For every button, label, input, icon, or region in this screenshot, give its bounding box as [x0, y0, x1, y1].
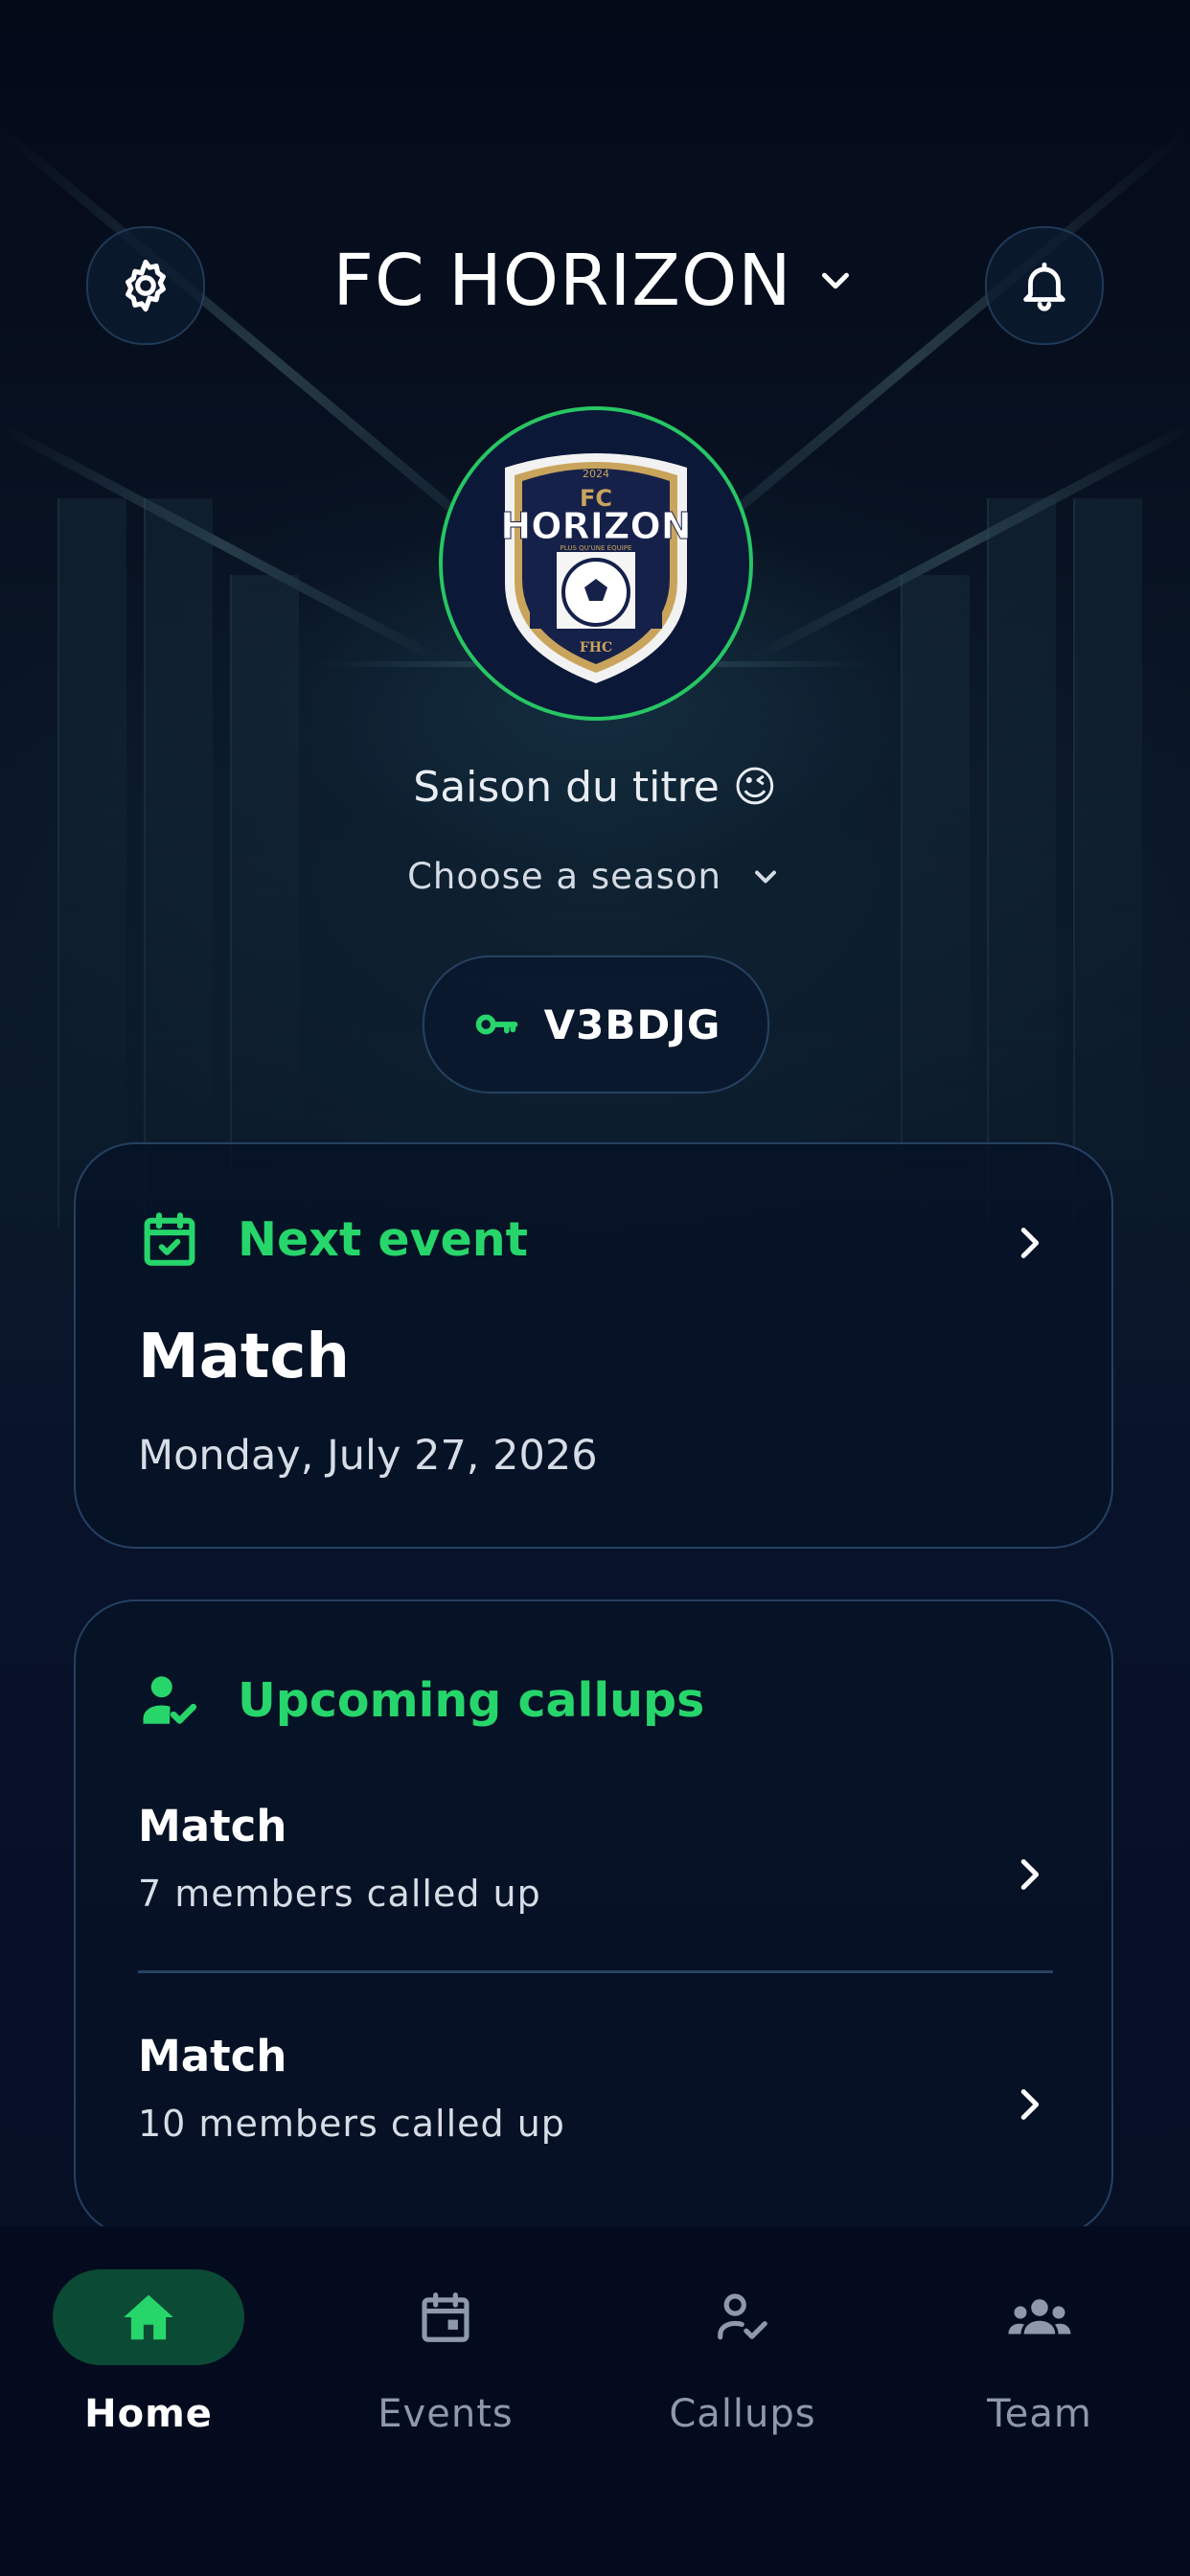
tab-label: Events — [378, 2392, 514, 2436]
tab-events-indicator — [350, 2269, 541, 2365]
chevron-right-icon — [1020, 1228, 1040, 1258]
callup-title: Match — [138, 2031, 287, 2082]
chevron-down-icon — [754, 870, 776, 883]
bell-icon — [1023, 262, 1065, 311]
tab-label: Team — [987, 2392, 1092, 2436]
svg-text:2024: 2024 — [583, 468, 609, 480]
calendar-check-icon — [144, 1212, 195, 1266]
callups-label: Upcoming callups — [238, 1672, 705, 1728]
svg-text:FHC: FHC — [580, 640, 612, 656]
callup-subtitle: 7 members called up — [138, 1873, 541, 1915]
callup-row[interactable]: Match 10 members called up — [138, 2031, 1053, 2222]
notifications-button[interactable] — [985, 226, 1104, 345]
upcoming-callups-card: Upcoming callups Match 7 members called … — [74, 1599, 1113, 2237]
callup-title: Match — [138, 1801, 287, 1852]
tab-callups-indicator — [647, 2269, 838, 2365]
person-check-icon — [143, 1676, 197, 1724]
event-date: Monday, July 27, 2026 — [138, 1432, 598, 1480]
season-title: Saison du titre 😉 — [413, 763, 777, 812]
bottom-tab-bar: Home Events Callups Team — [0, 2226, 1190, 2576]
season-selector[interactable]: Choose a season — [0, 856, 1190, 897]
home-icon — [124, 2294, 173, 2340]
team-logo: 2024 FC HORIZON PLUS QU'UNE ÉQUIPE FHC — [500, 453, 692, 683]
next-event-label: Next event — [238, 1211, 529, 1267]
tab-home-indicator — [53, 2269, 244, 2365]
tab-label: Callups — [669, 2392, 816, 2436]
invite-code: V3BDJG — [543, 1000, 721, 1048]
callup-subtitle: 10 members called up — [138, 2103, 565, 2145]
tab-team[interactable]: Team — [896, 2269, 1183, 2461]
chevron-right-icon — [1020, 1859, 1040, 1890]
tab-label: Home — [84, 2392, 213, 2436]
svg-text:PLUS QU'UNE ÉQUIPE: PLUS QU'UNE ÉQUIPE — [561, 543, 632, 552]
person-check-icon — [718, 2293, 767, 2340]
chevron-right-icon — [1020, 2089, 1040, 2120]
event-type: Match — [138, 1322, 350, 1392]
next-event-card[interactable]: Next event Match Monday, July 27, 2026 — [74, 1142, 1113, 1549]
team-name: FC HORIZON — [332, 240, 792, 322]
chevron-down-icon — [821, 272, 849, 289]
team-crest[interactable]: 2024 FC HORIZON PLUS QU'UNE ÉQUIPE FHC — [439, 406, 753, 721]
key-icon — [475, 1014, 517, 1035]
tab-events[interactable]: Events — [302, 2269, 589, 2461]
calendar-icon — [422, 2292, 469, 2342]
tab-team-indicator — [944, 2269, 1135, 2365]
season-selector-label: Choose a season — [407, 856, 721, 897]
svg-text:HORIZON: HORIZON — [500, 505, 691, 547]
tab-callups[interactable]: Callups — [599, 2269, 886, 2461]
tab-home[interactable]: Home — [5, 2269, 292, 2461]
callup-row[interactable]: Match 7 members called up — [138, 1801, 1053, 1992]
divider — [138, 1970, 1053, 1973]
invite-code-button[interactable]: V3BDJG — [423, 955, 769, 1093]
group-icon — [1008, 2299, 1071, 2334]
